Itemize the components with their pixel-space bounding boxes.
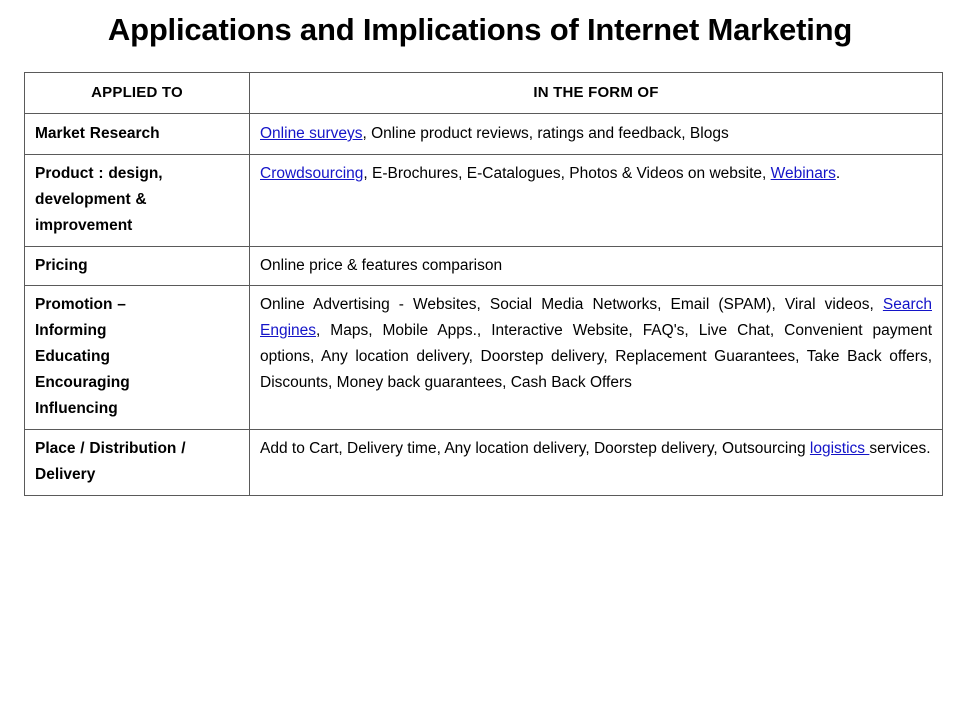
hyperlink[interactable]: logistics (810, 440, 869, 457)
table-row: Promotion – Informing Educating Encouraging… (24, 285, 943, 430)
slide-canvas: Applications and Implications of Interne… (0, 0, 960, 720)
cell-in-the-form-of: Online price & features comparison (249, 246, 943, 286)
text-line: Educating (35, 348, 110, 365)
text-line: improvement (35, 217, 133, 234)
cell-in-the-form-of: Online Advertising - Websites, Social Me… (249, 285, 943, 430)
text-line: Market Research (35, 125, 160, 142)
text-run: , Online product reviews, ratings and fe… (362, 125, 729, 142)
cell-applied-to: Market Research (24, 113, 250, 155)
text-line: Influencing (35, 400, 118, 417)
applications-table: APPLIED TO IN THE FORM OF Market Researc… (24, 72, 943, 496)
column-header-in-the-form-of: IN THE FORM OF (249, 72, 943, 114)
cell-in-the-form-of: Add to Cart, Delivery time, Any location… (249, 429, 943, 496)
text-line: Delivery (35, 466, 96, 483)
cell-applied-to: Product : design, development & improvemen… (24, 154, 250, 247)
text-line: Encouraging (35, 374, 130, 391)
text-run: Online price & features comparison (260, 257, 503, 274)
hyperlink[interactable]: Crowdsourcing (260, 165, 363, 182)
cell-applied-to: Place / Distribution / Delivery (24, 429, 250, 496)
table-body: Market Research Online surveys, Online p… (24, 113, 943, 496)
table-row: Market Research Online surveys, Online p… (24, 113, 943, 155)
table-row: Product : design, development & improvemen… (24, 154, 943, 247)
text-line: development & (35, 191, 147, 208)
table-header-row: APPLIED TO IN THE FORM OF (24, 72, 943, 114)
text-run: , Maps, Mobile Apps., Interactive Websit… (260, 322, 932, 391)
cell-applied-to: Promotion – Informing Educating Encouraging… (24, 285, 250, 430)
text-line: Informing (35, 322, 107, 339)
hyperlink[interactable]: Webinars (771, 165, 836, 182)
text-line: Place / Distribution / (35, 440, 186, 457)
text-run: Add to Cart, Delivery time, Any location… (260, 440, 810, 457)
cell-applied-to: Pricing (24, 246, 250, 286)
hyperlink[interactable]: Online surveys (260, 125, 363, 142)
text-run: Online Advertising - Websites, Social Me… (260, 296, 883, 313)
text-run: , E-Brochures, E-Catalogues, Photos & Vi… (363, 165, 771, 182)
page-title: Applications and Implications of Interne… (107, 12, 853, 47)
text-run: services. (869, 440, 931, 457)
cell-in-the-form-of: Crowdsourcing, E-Brochures, E-Catalogues… (249, 154, 943, 247)
text-run: . (835, 165, 841, 182)
text-line: Promotion – (35, 296, 126, 313)
table-row: Pricing Online price & features comparis… (24, 246, 943, 286)
table-row: Place / Distribution / Delivery Add to Ca… (24, 429, 943, 496)
cell-in-the-form-of: Online surveys, Online product reviews, … (249, 113, 943, 155)
text-line: Pricing (35, 257, 88, 274)
column-header-applied-to: APPLIED TO (24, 72, 250, 114)
text-line: Product : design, (35, 165, 163, 182)
